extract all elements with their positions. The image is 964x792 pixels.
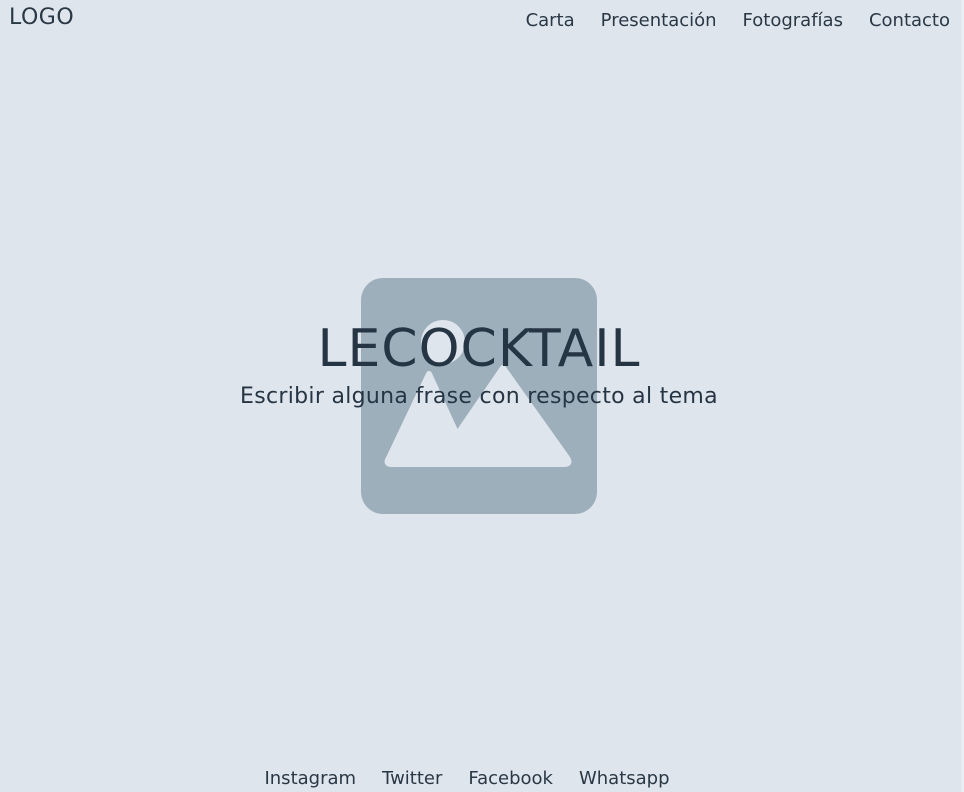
hero-title: LECOCKTAIL bbox=[317, 319, 641, 379]
footer-link-facebook[interactable]: Facebook bbox=[468, 768, 553, 789]
nav-link-carta[interactable]: Carta bbox=[526, 10, 575, 31]
footer-link-instagram[interactable]: Instagram bbox=[264, 768, 356, 789]
footer-link-twitter[interactable]: Twitter bbox=[382, 768, 442, 789]
logo[interactable]: LOGO bbox=[9, 5, 74, 30]
nav-link-fotografias[interactable]: Fotografías bbox=[743, 10, 843, 31]
site-footer: Instagram Twitter Facebook Whatsapp bbox=[0, 768, 934, 789]
nav-link-contacto[interactable]: Contacto bbox=[869, 10, 950, 31]
hero-subtitle: Escribir alguna frase con respecto al te… bbox=[240, 384, 718, 409]
nav-link-presentacion[interactable]: Presentación bbox=[601, 10, 717, 31]
main-nav: Carta Presentación Fotografías Contacto bbox=[526, 10, 950, 31]
footer-link-whatsapp[interactable]: Whatsapp bbox=[579, 768, 670, 789]
